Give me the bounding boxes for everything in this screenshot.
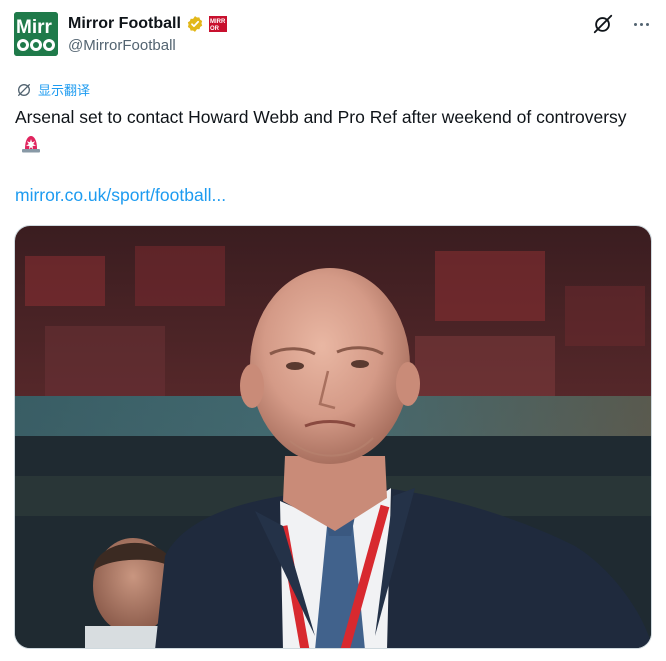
display-name[interactable]: Mirror Football [68,15,181,33]
account-name-row: Mirror Football MIRR OR [68,14,227,34]
svg-text:MIRR: MIRR [210,19,226,25]
show-translation-link[interactable]: 显示翻译 [16,80,90,99]
more-icon[interactable] [630,13,652,35]
tweet-actions [592,13,652,35]
affiliate-badge-icon[interactable]: MIRR OR [208,16,227,32]
grok-icon[interactable] [592,13,614,35]
tweet-text: Arsenal set to contact Howard Webb and P… [15,104,635,161]
handle[interactable]: @MirrorFootball [68,37,176,54]
article-link[interactable]: mirror.co.uk/sport/football... [15,185,226,206]
rotating-light-emoji [20,133,42,161]
avatar[interactable]: Mirr [14,12,58,56]
tweet-photo[interactable] [14,225,652,649]
avatar-text-top: Mirr [16,17,53,38]
svg-text:OR: OR [210,26,220,32]
verified-badge-icon[interactable] [186,15,204,33]
show-translation-label: 显示翻译 [38,84,91,99]
tweet-text-body: Arsenal set to contact Howard Webb and P… [15,107,627,127]
translate-icon [18,83,30,96]
